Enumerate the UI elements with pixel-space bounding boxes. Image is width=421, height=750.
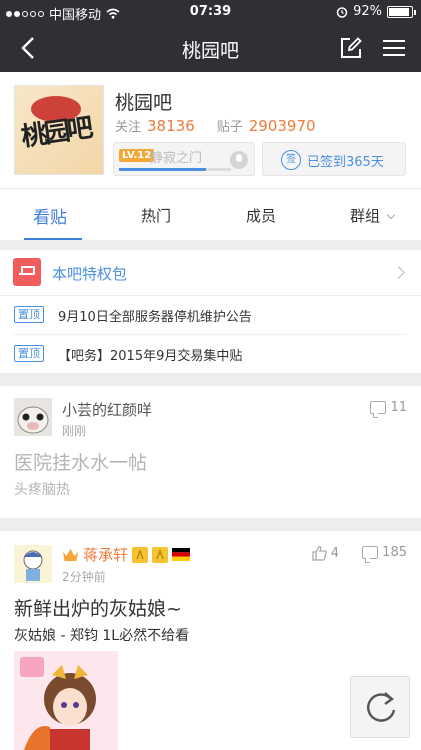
comment-icon xyxy=(370,401,387,418)
privilege-row[interactable]: 本吧特权包 xyxy=(0,250,421,296)
compose-icon[interactable] xyxy=(339,36,363,60)
posts-count: 2903970 xyxy=(248,117,316,135)
thread-card[interactable]: 小芸的红颜咩 刚刚 11 医院挂水水一帖 头疼脑热 xyxy=(0,386,421,518)
hamburger-menu-icon[interactable] xyxy=(381,36,407,60)
tab-posts[interactable]: 看贴 xyxy=(33,203,67,228)
forum-tabs: 看贴 热门 成员 群组 xyxy=(0,188,421,240)
crown-icon xyxy=(63,548,78,561)
refresh-button[interactable] xyxy=(350,676,410,738)
pinned-post-title: 9月10日全部服务器停机维护公告 xyxy=(58,310,252,325)
post-author-row[interactable]: 蒋承轩 xyxy=(62,544,191,565)
pinned-post[interactable]: 置顶 9月10日全部服务器停机维护公告 xyxy=(0,296,421,334)
like-count[interactable]: 4 xyxy=(311,545,339,561)
pinned-post-title: 【吧务】2015年9月交易集中贴 xyxy=(58,349,243,364)
microphone-icon[interactable] xyxy=(230,151,248,169)
post-excerpt: 灰姑娘 - 郑钧 1L必然不给看 xyxy=(14,628,190,644)
tab-members[interactable]: 成员 xyxy=(246,205,276,226)
avatar[interactable] xyxy=(14,545,52,583)
thumbs-up-icon xyxy=(312,545,327,561)
forum-stats: 关注 38136 贴子 2903970 xyxy=(115,116,332,135)
battery-icon xyxy=(387,5,416,18)
forum-name: 桃园吧 xyxy=(115,92,173,114)
badge-icon xyxy=(152,546,169,563)
level-badge: LV.12 xyxy=(119,149,155,162)
chevron-down-icon xyxy=(386,210,396,220)
like-count-value: 4 xyxy=(330,545,339,561)
notice-block: 本吧特权包 置顶 9月10日全部服务器停机维护公告 置顶 【吧务】2015年9月… xyxy=(0,250,421,373)
avatar[interactable] xyxy=(14,398,52,436)
signin-status: 已签到365天 xyxy=(307,155,384,170)
forum-logo[interactable]: 桃园吧 xyxy=(14,85,104,175)
nav-bar: 桃园吧 xyxy=(0,24,421,72)
post-time: 刚刚 xyxy=(62,424,87,438)
signin-icon: 签 xyxy=(281,150,301,170)
post-image[interactable] xyxy=(14,651,118,750)
post-time: 2分钟前 xyxy=(62,570,106,584)
post-title: 医院挂水水一帖 xyxy=(14,452,148,474)
follow-label: 关注 xyxy=(115,120,142,135)
post-author[interactable]: 小芸的红颜咩 xyxy=(62,399,152,420)
signin-button[interactable]: 签 已签到365天 xyxy=(262,142,406,176)
comment-count-value: 11 xyxy=(390,400,407,415)
pinned-badge: 置顶 xyxy=(14,345,44,362)
badge-icon xyxy=(132,546,149,563)
comment-icon xyxy=(362,546,379,563)
active-tab-indicator xyxy=(24,238,82,240)
pinned-badge: 置顶 xyxy=(14,306,44,323)
status-bar: 中国移动 07:39 92% xyxy=(0,0,421,24)
post-excerpt: 头疼脑热 xyxy=(14,482,70,498)
tab-groups-label: 群组 xyxy=(350,207,381,225)
post-author: 蒋承轩 xyxy=(83,546,129,564)
tab-groups[interactable]: 群组 xyxy=(350,205,396,226)
follow-count: 38136 xyxy=(147,117,195,135)
pinned-post[interactable]: 置顶 【吧务】2015年9月交易集中贴 xyxy=(0,335,421,373)
comment-count-value: 185 xyxy=(382,545,407,560)
battery-percent: 92% xyxy=(353,4,382,19)
crown-icon xyxy=(13,258,41,286)
post-title: 新鲜出炉的灰姑娘~ xyxy=(14,598,182,620)
flag-icon xyxy=(172,548,191,561)
alarm-icon xyxy=(336,6,348,18)
chevron-right-icon xyxy=(392,266,405,279)
privilege-label: 本吧特权包 xyxy=(52,265,128,283)
member-level[interactable]: LV.12 静寂之门 xyxy=(113,142,255,176)
refresh-icon xyxy=(367,692,396,722)
level-progress-bar xyxy=(119,168,231,171)
level-name: 静寂之门 xyxy=(150,151,203,166)
tab-hot[interactable]: 热门 xyxy=(141,205,171,226)
posts-label: 贴子 xyxy=(216,120,243,135)
logo-lettering: 桃园吧 xyxy=(19,113,93,153)
comment-count: 185 xyxy=(362,545,407,563)
forum-header: 桃园吧 桃园吧 关注 38136 贴子 2903970 LV.12 静寂之门 签… xyxy=(0,72,421,188)
comment-count: 11 xyxy=(370,400,407,418)
